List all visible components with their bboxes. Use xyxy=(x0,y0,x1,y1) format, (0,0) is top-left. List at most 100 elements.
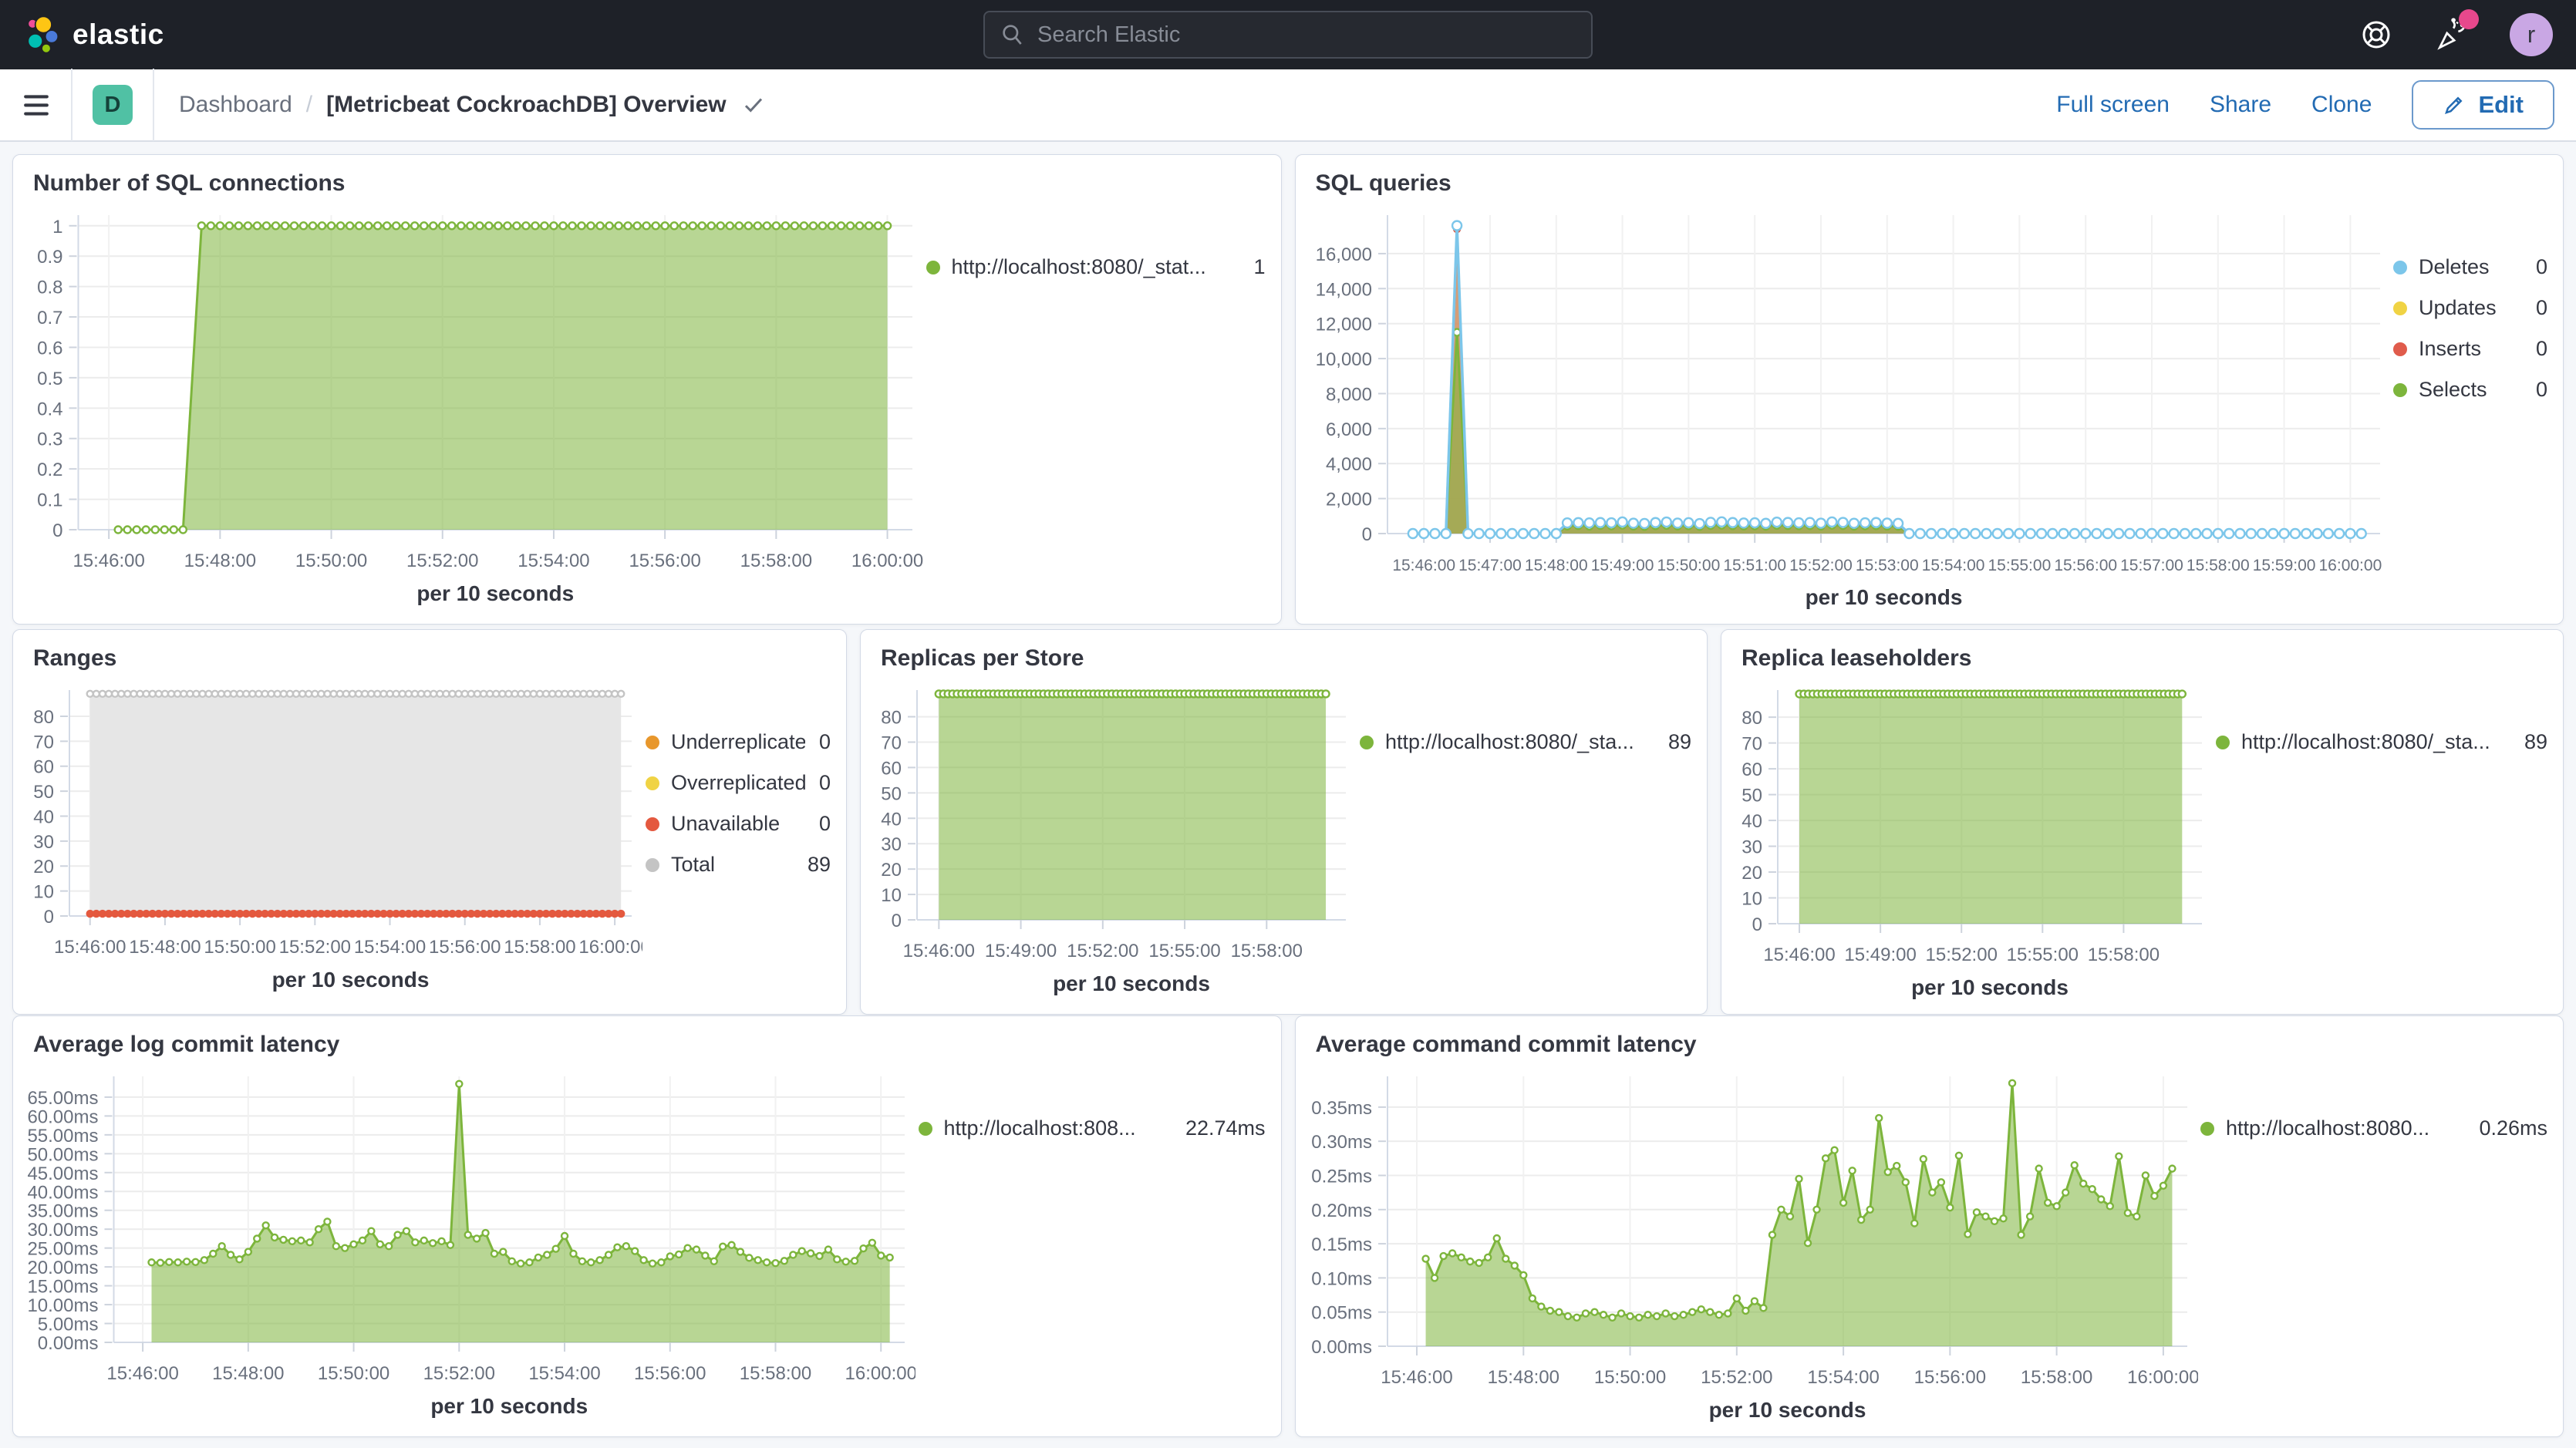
svg-text:15:58:00: 15:58:00 xyxy=(740,551,812,571)
chart-sql-queries[interactable]: 02,0004,0006,0008,00010,00012,00014,0001… xyxy=(1307,198,2391,615)
svg-text:0: 0 xyxy=(1752,914,1762,935)
svg-text:60: 60 xyxy=(33,757,54,778)
panel-title: Ranges xyxy=(33,645,835,672)
svg-text:15:50:00: 15:50:00 xyxy=(295,551,367,571)
elastic-logo-icon[interactable] xyxy=(23,15,60,55)
global-search-bar[interactable] xyxy=(983,11,1593,59)
search-input[interactable] xyxy=(1037,22,1576,48)
svg-text:30: 30 xyxy=(1741,837,1762,858)
legend-label: http://localhost:8080/_sta... xyxy=(2241,730,2490,754)
legend-item[interactable]: http://localhost:808...22.74ms xyxy=(919,1116,1266,1140)
svg-text:60: 60 xyxy=(1741,759,1762,780)
legend-item[interactable]: Updates0 xyxy=(2393,296,2547,320)
chart-ranges[interactable]: 0102030405060708015:46:0015:48:0015:50:0… xyxy=(24,673,642,1005)
svg-text:15:58:00: 15:58:00 xyxy=(504,937,575,958)
svg-text:15:48:00: 15:48:00 xyxy=(1524,557,1587,574)
legend-item[interactable]: http://localhost:8080/_sta...89 xyxy=(1360,730,1691,754)
legend-dot xyxy=(2393,342,2407,356)
svg-text:15:58:00: 15:58:00 xyxy=(1231,941,1303,961)
legend-item[interactable]: Underreplicated0 xyxy=(646,730,831,754)
breadcrumb-dashboard-link[interactable]: Dashboard xyxy=(179,92,292,118)
svg-text:80: 80 xyxy=(1741,708,1762,729)
legend-value: 0 xyxy=(2522,255,2547,279)
svg-text:20: 20 xyxy=(1741,863,1762,884)
legend-value: 0 xyxy=(805,812,831,836)
svg-text:0.8: 0.8 xyxy=(37,278,62,298)
svg-text:0.30ms: 0.30ms xyxy=(1311,1132,1372,1153)
legend-value: 0 xyxy=(2522,296,2547,320)
help-icon[interactable] xyxy=(2359,17,2394,52)
svg-text:0.35ms: 0.35ms xyxy=(1311,1098,1372,1119)
news-party-popper-icon[interactable] xyxy=(2434,17,2470,52)
svg-text:15:47:00: 15:47:00 xyxy=(1458,557,1522,574)
legend-dot xyxy=(2216,736,2230,749)
page-title: [Metricbeat CockroachDB] Overview xyxy=(326,92,727,118)
svg-text:15:55:00: 15:55:00 xyxy=(1988,557,2051,574)
chart-log-commit-latency[interactable]: 0.00ms5.00ms10.00ms15.00ms20.00ms25.00ms… xyxy=(24,1059,915,1427)
svg-text:20: 20 xyxy=(881,860,902,881)
panel-title: Replica leaseholders xyxy=(1741,645,2552,672)
breadcrumb: Dashboard / [Metricbeat CockroachDB] Ove… xyxy=(174,92,765,118)
legend-label: Deletes xyxy=(2419,255,2490,279)
svg-text:5.00ms: 5.00ms xyxy=(38,1315,99,1335)
chart-replicas-per-store[interactable]: 0102030405060708015:46:0015:49:0015:52:0… xyxy=(872,673,1357,1005)
svg-text:15:54:00: 15:54:00 xyxy=(354,937,426,958)
svg-text:15:46:00: 15:46:00 xyxy=(54,937,126,958)
legend-item[interactable]: Unavailable 0 xyxy=(646,812,831,836)
svg-text:16:00:00: 16:00:00 xyxy=(578,937,642,958)
svg-text:0.20ms: 0.20ms xyxy=(1311,1200,1372,1221)
chart-replica-leaseholders[interactable]: 0102030405060708015:46:0015:49:0015:52:0… xyxy=(1732,673,2213,1005)
legend-dot xyxy=(2393,383,2407,397)
svg-text:16:00:00: 16:00:00 xyxy=(851,551,923,571)
panel-average-log-commit-latency: Average log commit latency 0.00ms5.00ms1… xyxy=(12,1015,1282,1437)
legend-item[interactable]: http://localhost:8080...0.26ms xyxy=(2200,1116,2547,1140)
clone-button[interactable]: Clone xyxy=(2311,92,2372,118)
menu-hamburger-icon[interactable] xyxy=(22,90,51,120)
svg-text:40.00ms: 40.00ms xyxy=(27,1182,98,1203)
legend-label: http://localhost:8080/_stat... xyxy=(952,255,1206,279)
svg-text:30: 30 xyxy=(881,834,902,855)
chart-legend: Underreplicated0Overreplicated0Unavailab… xyxy=(642,673,835,1005)
legend-item[interactable]: Overreplicated0 xyxy=(646,771,831,795)
chart-sql-connections[interactable]: 00.10.20.30.40.50.60.70.80.9115:46:0015:… xyxy=(24,198,923,615)
legend-label: Overreplicated xyxy=(671,771,805,795)
legend-item[interactable]: Inserts0 xyxy=(2393,337,2547,361)
legend-item[interactable]: Selects0 xyxy=(2393,378,2547,402)
svg-text:15:48:00: 15:48:00 xyxy=(184,551,256,571)
search-icon xyxy=(1000,22,1025,47)
legend-value: 0 xyxy=(2522,378,2547,402)
svg-text:15:52:00: 15:52:00 xyxy=(1789,557,1853,574)
full-screen-button[interactable]: Full screen xyxy=(2056,92,2170,118)
svg-text:15:50:00: 15:50:00 xyxy=(1593,1367,1665,1388)
legend-item[interactable]: http://localhost:8080/_stat...1 xyxy=(926,255,1266,279)
svg-text:15:49:00: 15:49:00 xyxy=(985,941,1057,961)
legend-label: Unavailable xyxy=(671,812,780,836)
legend-value: 0.26ms xyxy=(2465,1116,2547,1140)
chart-command-commit-latency[interactable]: 0.00ms0.05ms0.10ms0.15ms0.20ms0.25ms0.30… xyxy=(1307,1059,2198,1427)
svg-text:15:54:00: 15:54:00 xyxy=(1921,557,1984,574)
legend-item[interactable]: Deletes 0 xyxy=(2393,255,2547,279)
svg-text:40: 40 xyxy=(33,807,54,827)
legend-value: 0 xyxy=(805,730,831,754)
svg-text:8,000: 8,000 xyxy=(1325,384,1371,405)
svg-text:4,000: 4,000 xyxy=(1325,454,1371,475)
legend-item[interactable]: http://localhost:8080/_sta...89 xyxy=(2216,730,2547,754)
legend-value: 0 xyxy=(2522,337,2547,361)
svg-text:15:56:00: 15:56:00 xyxy=(2054,557,2117,574)
svg-text:10: 10 xyxy=(1741,889,1762,910)
svg-text:70: 70 xyxy=(1741,734,1762,755)
svg-text:10: 10 xyxy=(881,885,902,906)
user-avatar[interactable]: r xyxy=(2510,13,2553,56)
svg-text:0.05ms: 0.05ms xyxy=(1311,1303,1372,1324)
edit-button[interactable]: Edit xyxy=(2412,80,2554,130)
svg-text:60: 60 xyxy=(881,758,902,779)
toolbar-divider xyxy=(71,69,72,141)
chart-legend: http://localhost:8080/_stat...1 xyxy=(923,198,1270,615)
share-button[interactable]: Share xyxy=(2210,92,2271,118)
svg-text:15:58:00: 15:58:00 xyxy=(2186,557,2249,574)
svg-text:15:52:00: 15:52:00 xyxy=(423,1363,495,1384)
svg-text:80: 80 xyxy=(881,708,902,729)
legend-item[interactable]: Total89 xyxy=(646,853,831,877)
svg-text:50: 50 xyxy=(33,782,54,803)
dashboard-app-badge[interactable]: D xyxy=(93,85,133,125)
